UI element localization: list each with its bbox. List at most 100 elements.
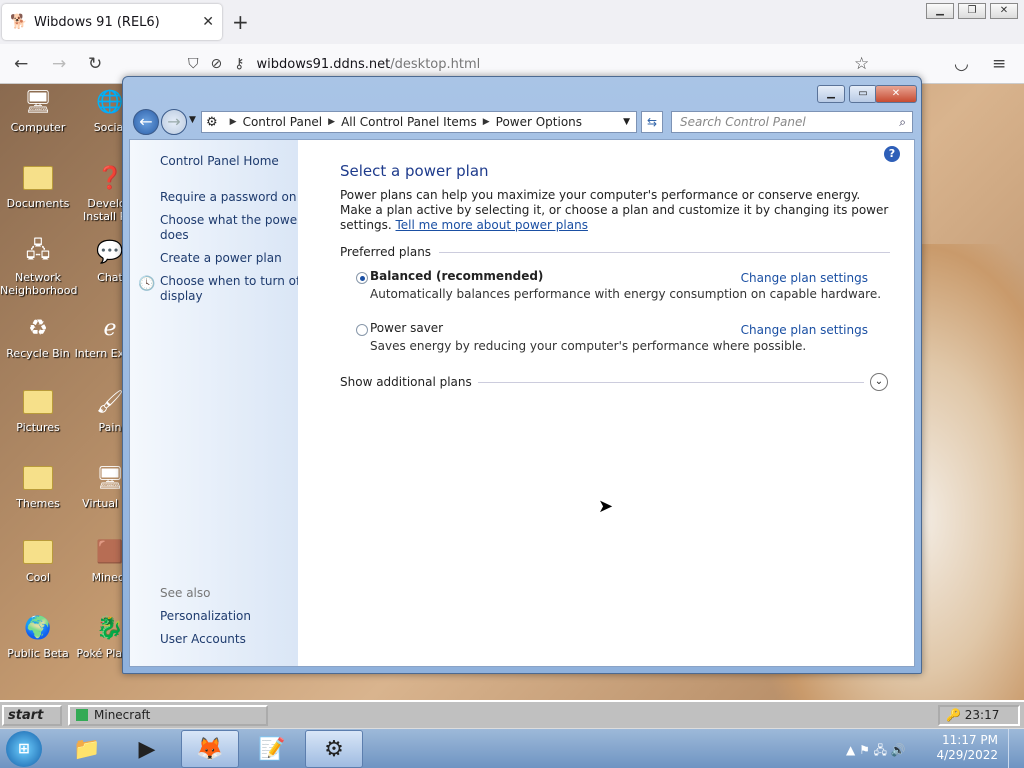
tell-me-more-link[interactable]: Tell me more about power plans [396,218,588,232]
network-icon[interactable]: 🖧 [874,743,887,757]
breadcrumb-all-items[interactable]: All Control Panel Items [341,115,477,129]
close-window-button[interactable]: ✕ [875,85,917,103]
retro-tray: 🔑 23:17 [938,705,1020,726]
search-icon[interactable]: ⌕ [899,115,906,130]
start-button[interactable]: start [2,705,62,726]
turn-off-display-link-cont[interactable]: display [160,289,298,304]
breadcrumb-control-panel[interactable]: Control Panel [243,115,323,129]
desktop-icon-themes[interactable]: Themes [0,462,76,510]
clock-icon: 🕓 [138,276,156,292]
desktop-icon-cool[interactable]: Cool [0,536,76,584]
key-icon[interactable]: ⚷ [234,56,244,72]
shield-icon[interactable]: ⛉ [188,56,199,72]
breadcrumb-power-options[interactable]: Power Options [496,115,582,129]
power-buttons-link[interactable]: Choose what the power bu [160,213,298,228]
search-input[interactable]: Search Control Panel ⌕ [671,111,913,133]
minimize-window-button[interactable]: ▁ [817,85,845,103]
see-also-heading: See also [160,586,211,600]
show-desktop-button[interactable] [1008,729,1024,768]
desktop-icon-label: Cool [25,571,51,584]
desktop-icon-network[interactable]: 🖧 Network Neighborhood [0,236,77,297]
breadcrumb-separator-icon[interactable]: ▶ [230,117,237,127]
desktop-icon-pictures[interactable]: Pictures [0,386,76,434]
forward-button[interactable]: → [161,109,187,135]
help-icon[interactable]: ? [884,146,900,162]
desktop-icon-recycle-bin[interactable]: ♻ Recycle Bin [0,312,76,361]
minecraft-icon [76,709,88,721]
folder-icon [22,462,54,494]
firefox-taskbar-icon[interactable]: 🦊 [181,730,239,768]
control-panel-icon: ⚙ [206,114,218,130]
maximize-window-button[interactable]: ▭ [849,85,877,103]
desktop-icon-label: Computer [10,121,66,134]
show-hidden-icons-icon[interactable]: ▲ [846,743,855,757]
balanced-radio[interactable] [356,272,368,284]
require-password-link[interactable]: Require a password on wa [160,190,298,205]
close-browser-button[interactable]: ✕ [990,3,1018,19]
desktop-icon-documents[interactable]: Documents [0,162,76,210]
plan-power-saver[interactable]: Power saver Saves energy by reducing you… [340,321,890,361]
permissions-icon[interactable]: ⊘ [211,56,223,72]
window-content: Control Panel Home Require a password on… [129,139,915,667]
close-tab-icon[interactable]: ✕ [202,14,214,30]
see-also-section: See also Personalization User Accounts [160,586,251,655]
control-panel-home-link[interactable]: Control Panel Home [160,154,298,169]
reload-icon[interactable]: ↻ [88,54,102,74]
start-label: start [8,708,44,723]
plan-description: Automatically balances performance with … [370,287,882,301]
folder-icon [22,536,54,568]
system-clock[interactable]: 11:17 PM 4/29/2022 [936,733,998,763]
user-accounts-link[interactable]: User Accounts [160,632,251,647]
minimize-browser-button[interactable]: ▁ [926,3,954,19]
history-dropdown-icon[interactable]: ▼ [189,115,196,125]
plan-description: Saves energy by reducing your computer's… [370,339,807,353]
restore-browser-button[interactable]: ❐ [958,3,986,19]
address-dropdown-icon[interactable]: ▼ [623,117,630,127]
desktop-icon-public-beta[interactable]: 🌍 Public Beta [0,612,76,661]
preferred-plans-heading: Preferred plans [340,245,432,259]
clock-date: 4/29/2022 [936,748,998,762]
power-saver-radio[interactable] [356,324,368,336]
create-power-plan-link[interactable]: Create a power plan [160,251,298,266]
turn-off-display-link[interactable]: Choose when to turn off th [160,274,298,289]
url-host: wibdows91.ddns.net [256,56,391,72]
url-path: /desktop.html [390,56,481,72]
show-additional-plans-label[interactable]: Show additional plans [340,375,472,389]
clock-time: 11:17 PM [942,733,998,747]
volume-icon[interactable]: 🔊 [891,743,906,757]
task-pane: Control Panel Home Require a password on… [130,140,298,666]
show-additional-plans-row[interactable]: Show additional plans ⌄ [340,373,890,391]
tray-icons[interactable]: ▲ ⚑ 🖧 🔊 [846,741,906,762]
change-plan-settings-link[interactable]: Change plan settings [741,271,868,285]
bookmark-star-icon[interactable]: ☆ [854,54,869,74]
control-panel-taskbar-icon[interactable]: ⚙ [305,730,363,768]
windows-start-orb[interactable]: ⊞ [6,731,42,767]
pocket-icon[interactable]: ◡ [954,54,969,74]
desktop-icon-computer[interactable]: 🖥 Computer [0,86,76,135]
browser-tab[interactable]: 🐕 Wibdows 91 (REL6) ✕ [2,4,222,40]
back-icon[interactable]: ← [14,54,28,74]
chevron-down-icon[interactable]: ⌄ [870,373,888,391]
media-player-taskbar-icon[interactable]: ▶ [118,730,176,768]
personalization-link[interactable]: Personalization [160,609,251,624]
explorer-taskbar-icon[interactable]: 📁 [58,730,116,768]
menu-icon[interactable]: ≡ [992,54,1006,74]
forward-icon[interactable]: → [52,54,66,74]
power-buttons-link-cont[interactable]: does [160,228,298,243]
desktop-icon-label: Recycle Bin [6,347,70,360]
breadcrumb-separator-icon[interactable]: ▶ [328,117,335,127]
new-tab-button[interactable]: + [232,10,249,34]
change-plan-settings-link[interactable]: Change plan settings [741,323,868,337]
retro-clock: 23:17 [964,708,1000,722]
taskbar-item-label: Minecraft [94,708,151,722]
plan-balanced[interactable]: Balanced (recommended) Automatically bal… [340,269,890,309]
breadcrumb-separator-icon[interactable]: ▶ [483,117,490,127]
refresh-button[interactable]: ⇆ [641,111,663,133]
taskbar-item-minecraft[interactable]: Minecraft [68,705,268,726]
tab-title: Wibdows 91 (REL6) [34,14,160,30]
back-button[interactable]: ← [133,109,159,135]
notepad-taskbar-icon[interactable]: 📝 [243,730,301,768]
breadcrumb[interactable]: ⚙ ▶ Control Panel ▶ All Control Panel It… [201,111,637,133]
page-title: Select a power plan [340,162,489,180]
action-center-icon[interactable]: ⚑ [859,743,870,757]
